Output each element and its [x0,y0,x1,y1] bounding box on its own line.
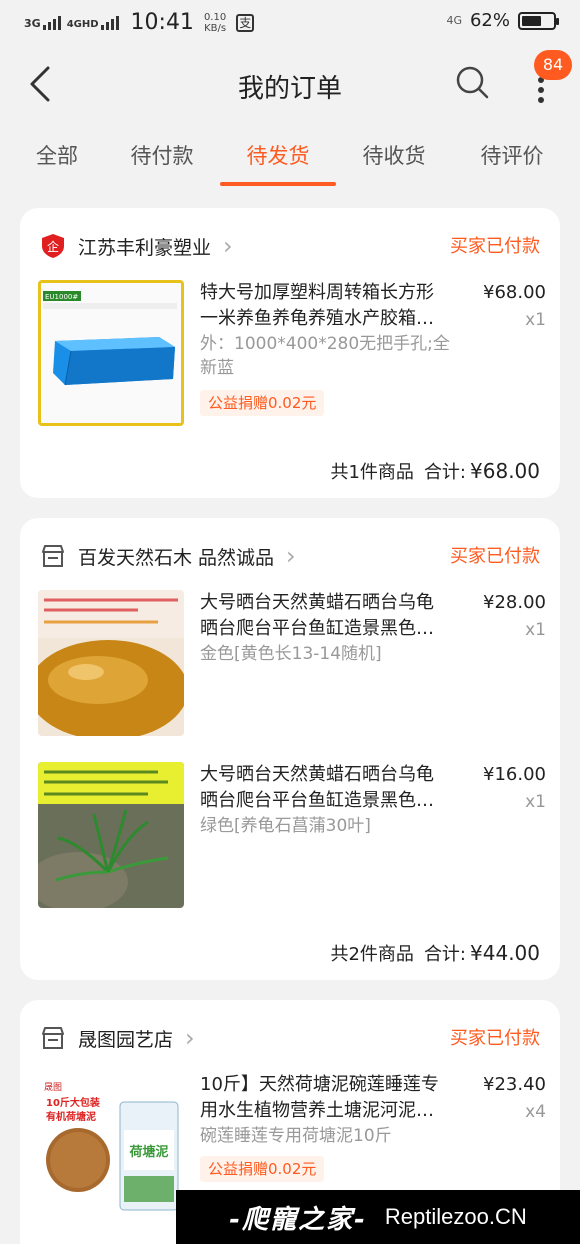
chevron-right-icon: › [185,1024,195,1052]
shop-name: 江苏丰利豪塑业 [78,236,212,259]
product-title[interactable]: 大号晒台天然黄蜡石晒台乌龟 晒台爬台平台鱼缸造景黑色… [200,762,456,814]
clock: 10:41 [130,10,194,35]
tab-pending-review[interactable]: 待评价 [478,140,546,170]
store-icon [42,545,64,567]
product-spec: 外：1000*400*280无把手孔;全新蓝 [200,334,450,378]
battery-icon [518,11,559,30]
store-icon [42,1027,64,1049]
tab-pending-payment[interactable]: 待付款 [128,140,196,170]
product-spec: 碗莲睡莲专用荷塘泥10斤 [200,1126,392,1146]
product-quantity: x1 [525,792,546,812]
tab-pending-shipment[interactable]: 待发货 [244,140,312,170]
svg-text:荷塘泥: 荷塘泥 [128,1144,168,1160]
alipay-icon: 支 [236,13,255,32]
message-badge[interactable]: 84 [534,50,572,80]
product-price: ¥23.40 [483,1074,546,1095]
watermark-text: -爬寵之家- [229,1204,367,1235]
order-tabs: 全部 待付款 待发货 待收货 待评价 [0,130,580,188]
shop-header[interactable]: 企 江苏丰利豪塑业 › [40,228,233,264]
product-thumbnail [38,590,184,736]
order-item[interactable]: 大号晒台天然黄蜡石晒台乌龟 晒台爬台平台鱼缸造景黑色… 绿色[养龟石菖蒲30叶]… [38,762,546,912]
total-label: 合计: [423,944,467,965]
shop-header[interactable]: 百发天然石木 品然诚品 › [40,538,296,574]
search-icon[interactable] [454,64,490,100]
product-thumbnail: 晟图 10斤大包装 有机荷塘泥 荷塘泥 [38,1072,184,1218]
item-count: 共2件商品 [330,944,414,965]
product-price: ¥16.00 [483,764,546,785]
sweet-flag-plant-image [38,762,184,908]
svg-text:晟图: 晟图 [44,1082,62,1093]
product-title[interactable]: 10斤】天然荷塘泥碗莲睡莲专 用水生植物营养土塘泥河泥… [200,1072,456,1124]
product-thumbnail [38,762,184,908]
product-title[interactable]: 特大号加厚塑料周转箱长方形 一米养鱼养龟养殖水产胶箱… [200,280,456,332]
product-price: ¥28.00 [483,592,546,613]
shop-name: 晟图园艺店 [78,1028,174,1051]
product-spec: 金色[黄色长13-14随机] [200,644,382,664]
network-speed: 0.10 KB/s [203,11,227,34]
product-quantity: x1 [525,620,546,640]
watermark-banner: -爬寵之家- Reptilezoo.CN [176,1190,580,1244]
blue-crate-image: EU1000# [41,283,181,423]
order-item[interactable]: EU1000# 特大号加厚塑料周转箱长方形 一米养鱼养龟养殖水产胶箱… 外：10… [38,280,546,430]
shop-logo-icon: 企 [42,234,64,258]
yellow-stone-image [38,590,184,736]
watermark-url: Reptilezoo.CN [384,1204,527,1229]
svg-text:10斤大包装: 10斤大包装 [46,1096,100,1109]
product-quantity: x4 [525,1102,546,1122]
order-card[interactable]: 企 江苏丰利豪塑业 › 买家已付款 EU1000# 特大号加厚塑料周转箱长方形 … [20,208,560,498]
tab-pending-receipt[interactable]: 待收货 [360,140,428,170]
item-count: 共1件商品 [330,462,414,483]
page-title: 我的订单 [237,74,342,104]
network-type: 4G [446,14,462,27]
signal-bars-icon [42,15,61,30]
product-price: ¥68.00 [483,282,546,303]
total-amount: ¥44.00 [470,941,540,965]
order-item[interactable]: 大号晒台天然黄蜡石晒台乌龟 晒台爬台平台鱼缸造景黑色… 金色[黄色长13-14随… [38,590,546,740]
tab-all[interactable]: 全部 [34,140,80,170]
shop-header[interactable]: 晟图园艺店 › [40,1020,195,1056]
order-status: 买家已付款 [450,236,540,257]
order-summary: 共2件商品 合计: ¥44.00 [330,940,540,966]
chevron-right-icon: › [286,542,296,570]
status-bar: 3G 4GHD 10:41 0.10 KB/s 支 4G 62% [0,0,580,46]
shop-name: 百发天然石木 品然诚品 [78,546,275,569]
total-label: 合计: [423,462,467,483]
product-spec: 绿色[养龟石菖蒲30叶] [200,816,371,836]
order-card[interactable]: 百发天然石木 品然诚品 › 买家已付款 大号晒台天然黄蜡石晒台乌龟 晒台爬台平台… [20,518,560,980]
active-tab-indicator [220,182,336,186]
pond-mud-bag-image: 晟图 10斤大包装 有机荷塘泥 荷塘泥 [38,1072,184,1218]
donation-tag: 公益捐赠0.02元 [200,390,325,416]
svg-text:企: 企 [47,239,59,254]
svg-text:EU1000#: EU1000# [45,293,78,301]
battery-percent: 62% [469,10,510,31]
signal-4g: 4GHD [67,15,119,30]
signal-3g: 3G [24,15,61,30]
svg-text:有机荷塘泥: 有机荷塘泥 [46,1110,96,1123]
chevron-right-icon: › [223,232,233,260]
header: 我的订单 84 [0,46,580,124]
order-status: 买家已付款 [450,1028,540,1049]
product-thumbnail: EU1000# [38,280,184,426]
order-status: 买家已付款 [450,546,540,567]
order-summary: 共1件商品 合计: ¥68.00 [330,458,540,484]
product-quantity: x1 [525,310,546,330]
signal-bars-icon [100,15,119,30]
donation-tag: 公益捐赠0.02元 [200,1156,325,1182]
product-title[interactable]: 大号晒台天然黄蜡石晒台乌龟 晒台爬台平台鱼缸造景黑色… [200,590,456,642]
total-amount: ¥68.00 [470,459,540,483]
